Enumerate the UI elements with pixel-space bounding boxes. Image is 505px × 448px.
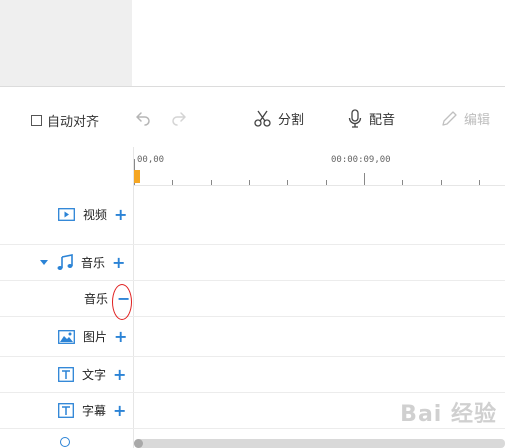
scissors-icon	[253, 109, 272, 128]
split-button[interactable]: 分割	[253, 109, 304, 128]
track-image: 图片 +	[58, 328, 127, 345]
music-note-icon	[57, 254, 73, 271]
partial-track-icon	[60, 437, 72, 448]
add-image-button[interactable]: +	[114, 328, 127, 345]
split-label: 分割	[278, 113, 305, 128]
video-icon	[58, 208, 75, 221]
undo-icon	[134, 109, 152, 127]
chevron-down-icon[interactable]	[40, 259, 48, 266]
dub-button[interactable]: 配音	[348, 109, 395, 128]
microphone-icon	[348, 109, 362, 128]
track-text-label: 文字	[82, 368, 107, 382]
track-music-sub-label: 音乐	[84, 292, 109, 306]
auto-align-label: 自动对齐	[47, 115, 100, 130]
watermark-logo: Bai 经验	[400, 402, 497, 427]
text-icon	[58, 367, 74, 382]
track-subtitle: 字幕 +	[58, 402, 126, 419]
highlight-circle	[112, 284, 132, 320]
track-music: 音乐 +	[40, 254, 125, 271]
track-text: 文字 +	[58, 366, 126, 383]
dub-label: 配音	[369, 113, 396, 128]
pencil-icon	[440, 110, 458, 128]
add-video-button[interactable]: +	[114, 206, 127, 223]
auto-align-checkbox[interactable]	[31, 115, 42, 126]
timeline-ruler[interactable]: 00,00 00:00:09,00	[134, 147, 505, 186]
add-subtitle-button[interactable]: +	[113, 402, 126, 419]
edit-button[interactable]: 编辑	[440, 109, 490, 128]
add-text-button[interactable]: +	[113, 366, 126, 383]
timeline-scrollbar[interactable]	[134, 439, 505, 448]
preview-canvas	[132, 0, 505, 86]
playhead-marker[interactable]	[134, 170, 140, 183]
track-row-music-sub	[0, 280, 505, 317]
timeline-toolbar: 自动对齐 分割 配音 编辑	[0, 87, 505, 148]
track-video: 视频 +	[58, 206, 127, 223]
add-music-button[interactable]: +	[112, 254, 125, 271]
ruler-tick	[364, 173, 365, 185]
preview-sidebar-area	[0, 0, 132, 86]
auto-align-toggle[interactable]: 自动对齐	[31, 111, 99, 130]
redo-button[interactable]	[170, 109, 188, 127]
track-video-label: 视频	[83, 208, 108, 222]
scrollbar-thumb[interactable]	[134, 439, 143, 448]
track-image-label: 图片	[83, 330, 108, 344]
undo-button[interactable]	[134, 109, 152, 127]
track-music-label: 音乐	[81, 256, 106, 270]
edit-label: 编辑	[464, 113, 491, 128]
image-icon	[58, 329, 75, 344]
track-subtitle-label: 字幕	[82, 404, 107, 418]
ruler-mid-time: 00:00:09,00	[331, 155, 391, 165]
ruler-start-time: 00,00	[137, 155, 165, 165]
subtitle-icon	[58, 403, 74, 418]
redo-icon	[170, 109, 188, 127]
